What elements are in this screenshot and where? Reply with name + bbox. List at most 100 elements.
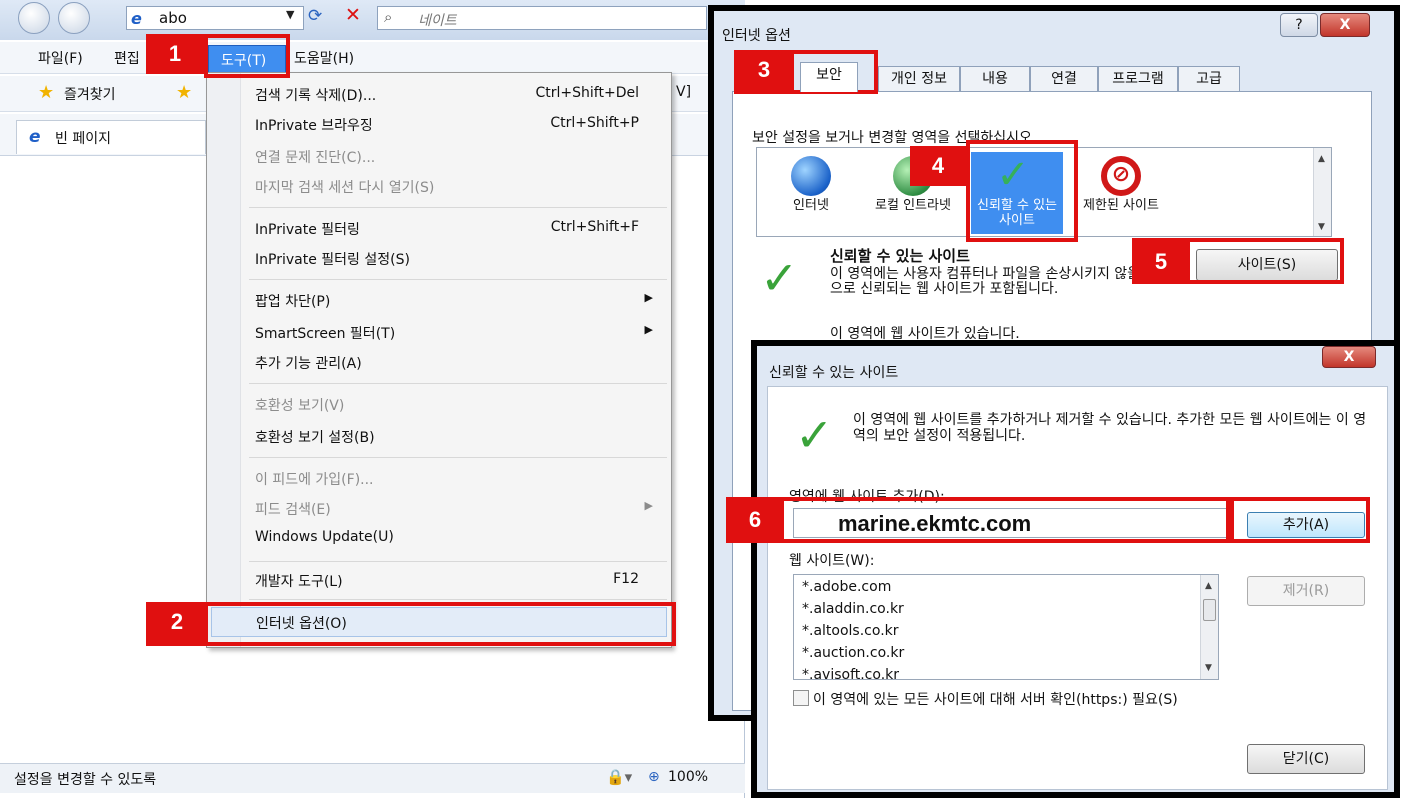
menu-item-windows-update[interactable]: Windows Update(U) bbox=[255, 525, 665, 553]
zone-label: 인터넷 bbox=[793, 198, 829, 213]
submenu-arrow-icon: ▶ bbox=[644, 323, 653, 336]
security-zone-icon[interactable]: 🔒▾ bbox=[606, 768, 632, 786]
step-1-highlight bbox=[204, 34, 290, 78]
back-button[interactable] bbox=[18, 2, 50, 34]
favorites-overflow: V] bbox=[676, 84, 692, 100]
step-5-highlight bbox=[1132, 238, 1344, 284]
status-bar: 설정을 변경할 수 있도록 🔒▾ ⊕ 100% bbox=[0, 763, 745, 793]
menu-item-manage-addons[interactable]: 추가 기능 관리(A) bbox=[255, 349, 665, 377]
add-favorites-icon[interactable]: ★ bbox=[176, 82, 192, 103]
menu-help[interactable]: 도움말(H) bbox=[294, 48, 354, 68]
menu-item-inprivate-browsing[interactable]: InPrivate 브라우징 Ctrl+Shift+P bbox=[255, 111, 665, 139]
menu-item-compat-view: 호환성 보기(V) bbox=[255, 391, 665, 419]
list-item[interactable]: *.altools.co.kr bbox=[802, 623, 899, 639]
tab-connections[interactable]: 연결 bbox=[1030, 66, 1098, 92]
step-2-highlight bbox=[146, 602, 676, 646]
list-item[interactable]: *.auction.co.kr bbox=[802, 645, 904, 661]
https-checkbox-label[interactable]: 이 영역에 있는 모든 사이트에 대해 서버 확인(https:) 필요(S) bbox=[813, 689, 1178, 709]
close-dialog-button[interactable]: 닫기(C) bbox=[1247, 744, 1365, 774]
forward-button[interactable] bbox=[58, 2, 90, 34]
menu-item-delete-history[interactable]: 검색 기록 삭제(D)... Ctrl+Shift+Del bbox=[255, 81, 665, 109]
close-button[interactable]: X bbox=[1320, 13, 1370, 37]
stop-icon[interactable]: ✕ bbox=[345, 4, 361, 26]
zoom-icon[interactable]: ⊕ bbox=[648, 769, 660, 785]
list-item[interactable]: *.adobe.com bbox=[802, 579, 891, 595]
menu-item-shortcut: F12 bbox=[613, 571, 639, 587]
zone-list-scrollbar[interactable]: ▲ ▼ bbox=[1313, 148, 1331, 236]
zone-info-title: 신뢰할 수 있는 사이트 bbox=[830, 247, 970, 265]
tab-privacy[interactable]: 개인 정보 bbox=[878, 66, 960, 92]
tab-security[interactable]: 보안 bbox=[800, 62, 858, 92]
trusted-sites-dialog: 신뢰할 수 있는 사이트 X ✓ 이 영역에 웹 사이트를 추가하거나 제거할 … bbox=[751, 340, 1400, 798]
menu-bar: 파일(F) 편집 도움말(H) bbox=[0, 42, 745, 74]
menu-item-compat-view-settings[interactable]: 호환성 보기 설정(B) bbox=[255, 423, 665, 451]
tab-blank-page[interactable]: e 빈 페이지 bbox=[16, 120, 206, 154]
address-bar-area: e abo ▼ ⟳ ✕ ⌕ 네이트 bbox=[0, 0, 745, 40]
menu-item-label: 피드 검색(E) bbox=[255, 502, 331, 518]
list-item[interactable]: *.aladdin.co.kr bbox=[802, 601, 904, 617]
zone-info-description: 이 영역에는 사용자 컴퓨터나 파일을 손상시키지 않을 것으로 신뢰되는 웹 … bbox=[830, 266, 1158, 297]
ie-page-icon: e bbox=[131, 9, 142, 28]
zone-restricted-sites[interactable]: ⊘ 제한된 사이트 bbox=[1075, 152, 1167, 234]
globe-icon bbox=[791, 156, 831, 196]
zoom-level[interactable]: 100% bbox=[668, 769, 708, 785]
ie-tab-icon: e bbox=[29, 127, 41, 147]
status-text: 설정을 변경할 수 있도록 bbox=[14, 772, 157, 788]
scroll-up-icon[interactable]: ▲ bbox=[1318, 154, 1325, 164]
tab-content[interactable]: 내용 bbox=[960, 66, 1030, 92]
zone-label: 제한된 사이트 bbox=[1083, 198, 1159, 213]
menu-item-inprivate-filtering[interactable]: InPrivate 필터링 Ctrl+Shift+F bbox=[255, 215, 665, 243]
tab-programs[interactable]: 프로그램 bbox=[1098, 66, 1178, 92]
menu-item-label: InPrivate 브라우징 bbox=[255, 118, 373, 134]
menu-file[interactable]: 파일(F) bbox=[38, 48, 83, 68]
zone-label: 로컬 인트라넷 bbox=[875, 198, 951, 213]
https-checkbox[interactable] bbox=[793, 690, 809, 706]
menu-item-subscribe-feed: 이 피드에 가입(F)... bbox=[255, 465, 665, 493]
menu-item-label: InPrivate 필터링 bbox=[255, 222, 360, 238]
scroll-down-icon[interactable]: ▼ bbox=[1205, 663, 1212, 673]
menu-item-label: 이 피드에 가입(F)... bbox=[255, 472, 374, 488]
zone-check-icon: ✓ bbox=[760, 251, 799, 305]
menu-separator bbox=[249, 599, 667, 600]
step-badge-1: 1 bbox=[146, 34, 204, 74]
scroll-up-icon[interactable]: ▲ bbox=[1205, 581, 1212, 591]
menu-item-diagnose-connection: 연결 문제 진단(C)... bbox=[255, 143, 665, 171]
submenu-arrow-icon: ▶ bbox=[644, 499, 653, 512]
menu-item-label: 호환성 보기(V) bbox=[255, 398, 345, 414]
menu-item-smartscreen[interactable]: SmartScreen 필터(T) ▶ bbox=[255, 319, 665, 347]
favorites-star-icon: ★ bbox=[38, 82, 55, 103]
scroll-down-icon[interactable]: ▼ bbox=[1318, 222, 1325, 232]
menu-item-feed-discovery: 피드 검색(E) ▶ bbox=[255, 495, 665, 523]
tab-label: 빈 페이지 bbox=[55, 131, 111, 147]
menu-item-inprivate-filter-settings[interactable]: InPrivate 필터링 설정(S) bbox=[255, 245, 665, 273]
refresh-icon[interactable]: ⟳ bbox=[308, 6, 322, 26]
step-badge-4: 4 bbox=[910, 146, 966, 186]
help-button[interactable]: ? bbox=[1280, 13, 1318, 37]
menu-item-developer-tools[interactable]: 개발자 도구(L) F12 bbox=[255, 567, 665, 595]
menu-item-popup-blocker[interactable]: 팝업 차단(P) ▶ bbox=[255, 287, 665, 315]
tab-advanced[interactable]: 고급 bbox=[1178, 66, 1240, 92]
menu-item-label: 팝업 차단(P) bbox=[255, 294, 331, 310]
favorites-button[interactable]: 즐겨찾기 bbox=[64, 84, 116, 104]
dialog-title: 인터넷 옵션 bbox=[722, 28, 791, 44]
list-item[interactable]: *.avisoft.co.kr bbox=[802, 667, 899, 679]
search-placeholder: 네이트 bbox=[418, 13, 457, 29]
scroll-thumb[interactable] bbox=[1203, 599, 1216, 621]
close-button[interactable]: X bbox=[1322, 346, 1376, 368]
search-input[interactable]: ⌕ 네이트 bbox=[377, 6, 707, 30]
address-input[interactable]: e abo bbox=[126, 6, 304, 30]
sites-list-scrollbar[interactable]: ▲ ▼ bbox=[1200, 575, 1218, 679]
menu-separator bbox=[249, 457, 667, 458]
menu-item-label: InPrivate 필터링 설정(S) bbox=[255, 252, 410, 268]
address-dropdown-icon[interactable]: ▼ bbox=[286, 8, 294, 21]
menu-item-label: 검색 기록 삭제(D)... bbox=[255, 88, 377, 104]
menu-separator bbox=[249, 561, 667, 562]
menu-separator bbox=[249, 207, 667, 208]
trusted-check-icon: ✓ bbox=[795, 408, 834, 462]
sites-list[interactable]: *.adobe.com *.aladdin.co.kr *.altools.co… bbox=[793, 574, 1219, 680]
menu-separator bbox=[249, 279, 667, 280]
menu-icon-strip bbox=[207, 73, 241, 647]
trusted-description: 이 영역에 웹 사이트를 추가하거나 제거할 수 있습니다. 추가한 모든 웹 … bbox=[853, 412, 1367, 444]
menu-edit[interactable]: 편집 bbox=[114, 48, 140, 68]
zone-internet[interactable]: 인터넷 bbox=[765, 152, 857, 234]
